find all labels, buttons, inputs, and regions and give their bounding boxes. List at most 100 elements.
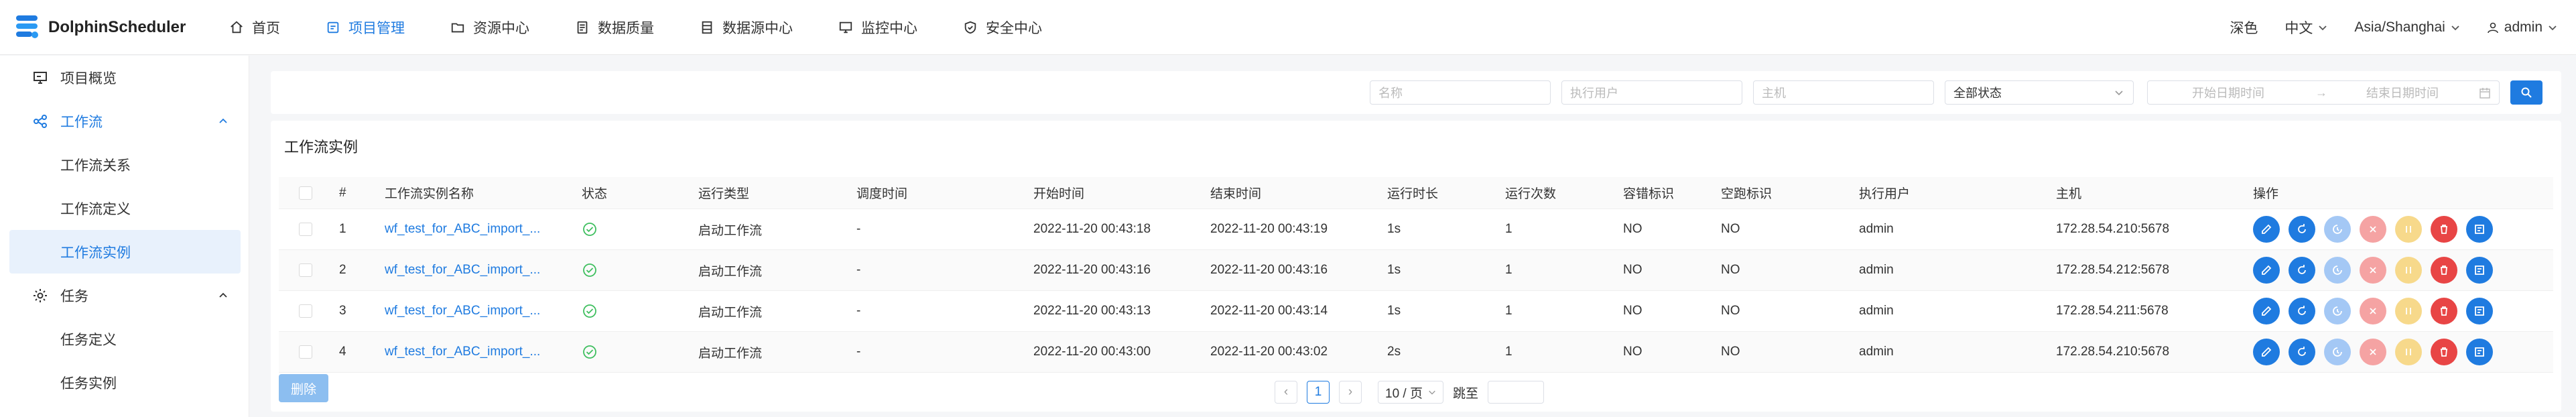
gantt-button[interactable] — [2466, 257, 2493, 284]
project-icon — [327, 21, 339, 33]
row-checkbox[interactable] — [299, 250, 312, 290]
prev-page-button[interactable]: ‹ — [1275, 381, 1297, 404]
timezone-select[interactable]: Asia/Shanghai — [2354, 19, 2459, 36]
page-size-select[interactable]: 10 / 页 — [1378, 381, 1443, 404]
stop-button[interactable] — [2360, 257, 2386, 284]
nav-project[interactable]: 项目管理 — [303, 0, 428, 55]
recover-failed-button[interactable] — [2324, 339, 2351, 365]
row-index: 2 — [339, 263, 346, 277]
recover-failed-button[interactable] — [2324, 257, 2351, 284]
duration-cell: 2s — [1387, 345, 1401, 359]
chevron-down-icon — [1429, 390, 1435, 395]
theme-toggle[interactable]: 深色 — [2230, 17, 2258, 38]
success-icon — [583, 304, 596, 318]
edit-button[interactable] — [2253, 339, 2280, 365]
sidebar-item-task-definition[interactable]: 任务定义 — [0, 317, 249, 361]
nav-security-label: 安全中心 — [986, 20, 1042, 36]
datasource-icon — [702, 21, 712, 34]
chevron-up-icon — [219, 118, 227, 123]
delete-row-button[interactable] — [2431, 257, 2457, 284]
page-1-button[interactable]: 1 — [1307, 381, 1330, 404]
rerun-button[interactable] — [2289, 216, 2315, 243]
row-index: 1 — [339, 222, 346, 236]
nav-monitor[interactable]: 监控中心 — [816, 0, 940, 55]
stop-icon — [2370, 349, 2376, 355]
executor-input[interactable]: 执行用户 — [1561, 80, 1742, 105]
stop-button[interactable] — [2360, 216, 2386, 243]
gantt-button[interactable] — [2466, 339, 2493, 365]
recover-failed-button[interactable] — [2324, 216, 2351, 243]
row-checkbox[interactable] — [299, 332, 312, 372]
sidebar-item-workflow-definition[interactable]: 工作流定义 — [0, 186, 249, 230]
checkbox[interactable] — [299, 345, 312, 359]
pause-button[interactable] — [2395, 298, 2422, 324]
sidebar-group-task[interactable]: 任务 — [0, 274, 249, 317]
sidebar-item-workflow-relation[interactable]: 工作流关系 — [0, 143, 249, 186]
workflow-instance-link[interactable]: wf_test_for_ABC_import_... — [385, 291, 540, 331]
run-times-cell: 1 — [1505, 345, 1512, 359]
rerun-button[interactable] — [2289, 339, 2315, 365]
col-schedule-time: 调度时间 — [856, 187, 908, 201]
sidebar-item-workflow-instance[interactable]: 工作流实例 — [9, 230, 241, 274]
checkbox[interactable] — [299, 223, 312, 236]
pagination: ‹ 1 › 10 / 页 跳至 — [1275, 381, 1544, 404]
rerun-button[interactable] — [2289, 257, 2315, 284]
sidebar-group-workflow[interactable]: 工作流 — [0, 99, 249, 143]
row-checkbox[interactable] — [299, 209, 312, 249]
sidebar-item-overview[interactable]: 项目概览 — [0, 56, 249, 99]
dry-run-cell: NO — [1721, 222, 1740, 236]
fault-tolerance-cell: NO — [1623, 263, 1643, 277]
end-date-input[interactable]: 结束日期时间 — [2366, 84, 2439, 101]
delete-icon — [2441, 347, 2447, 357]
edit-icon — [2262, 265, 2272, 275]
nav-security[interactable]: 安全中心 — [940, 0, 1065, 55]
stop-button[interactable] — [2360, 298, 2386, 324]
delete-row-button[interactable] — [2431, 298, 2457, 324]
workflow-instance-link[interactable]: wf_test_for_ABC_import_... — [385, 209, 540, 249]
gantt-button[interactable] — [2466, 298, 2493, 324]
app-logo[interactable]: DolphinScheduler — [0, 13, 201, 42]
name-input[interactable]: 名称 — [1370, 80, 1551, 105]
recover-icon — [2333, 347, 2342, 357]
checkbox[interactable] — [299, 263, 312, 277]
date-range-picker[interactable]: 开始日期时间 → 结束日期时间 — [2147, 80, 2500, 105]
pause-button[interactable] — [2395, 339, 2422, 365]
nav-resource[interactable]: 资源中心 — [428, 0, 552, 55]
col-end-time: 结束时间 — [1210, 187, 1262, 201]
nav-home[interactable]: 首页 — [206, 0, 303, 55]
header-checkbox[interactable] — [299, 177, 312, 208]
nav-datasource[interactable]: 数据源中心 — [677, 0, 816, 55]
sidebar-item-label: 任务 — [60, 288, 88, 304]
start-date-input[interactable]: 开始日期时间 — [2192, 84, 2264, 101]
gantt-button[interactable] — [2466, 216, 2493, 243]
row-checkbox[interactable] — [299, 291, 312, 331]
table-header: # 工作流实例名称 状态 运行类型 调度时间 开始时间 结束时间 运行时长 运行… — [279, 177, 2553, 209]
search-button[interactable] — [2510, 80, 2542, 105]
recover-failed-button[interactable] — [2324, 298, 2351, 324]
language-select[interactable]: 中文 — [2284, 17, 2327, 38]
delete-row-button[interactable] — [2431, 216, 2457, 243]
pause-button[interactable] — [2395, 257, 2422, 284]
state-select[interactable]: 全部状态 — [1945, 80, 2134, 105]
host-input[interactable]: 主机 — [1753, 80, 1934, 105]
stop-button[interactable] — [2360, 339, 2386, 365]
edit-button[interactable] — [2253, 216, 2280, 243]
checkbox[interactable] — [299, 304, 312, 318]
checkbox[interactable] — [299, 186, 312, 200]
rerun-button[interactable] — [2289, 298, 2315, 324]
workflow-instance-link[interactable]: wf_test_for_ABC_import_... — [385, 250, 540, 290]
pause-button[interactable] — [2395, 216, 2422, 243]
workflow-instance-link[interactable]: wf_test_for_ABC_import_... — [385, 332, 540, 372]
rerun-icon — [2298, 347, 2306, 356]
delete-button[interactable]: 删除 — [279, 374, 328, 402]
nav-data-quality[interactable]: 数据质量 — [552, 0, 677, 55]
next-page-button[interactable]: › — [1339, 381, 1362, 404]
jump-page-input[interactable] — [1488, 381, 1544, 404]
edit-button[interactable] — [2253, 298, 2280, 324]
edit-button[interactable] — [2253, 257, 2280, 284]
delete-row-button[interactable] — [2431, 339, 2457, 365]
stop-icon — [2370, 267, 2376, 274]
user-menu[interactable]: admin — [2487, 19, 2557, 36]
sidebar-item-task-instance[interactable]: 任务实例 — [0, 361, 249, 404]
table-row: 1 wf_test_for_ABC_import_... 启动工作流 - 2022-11… — [279, 209, 2553, 250]
